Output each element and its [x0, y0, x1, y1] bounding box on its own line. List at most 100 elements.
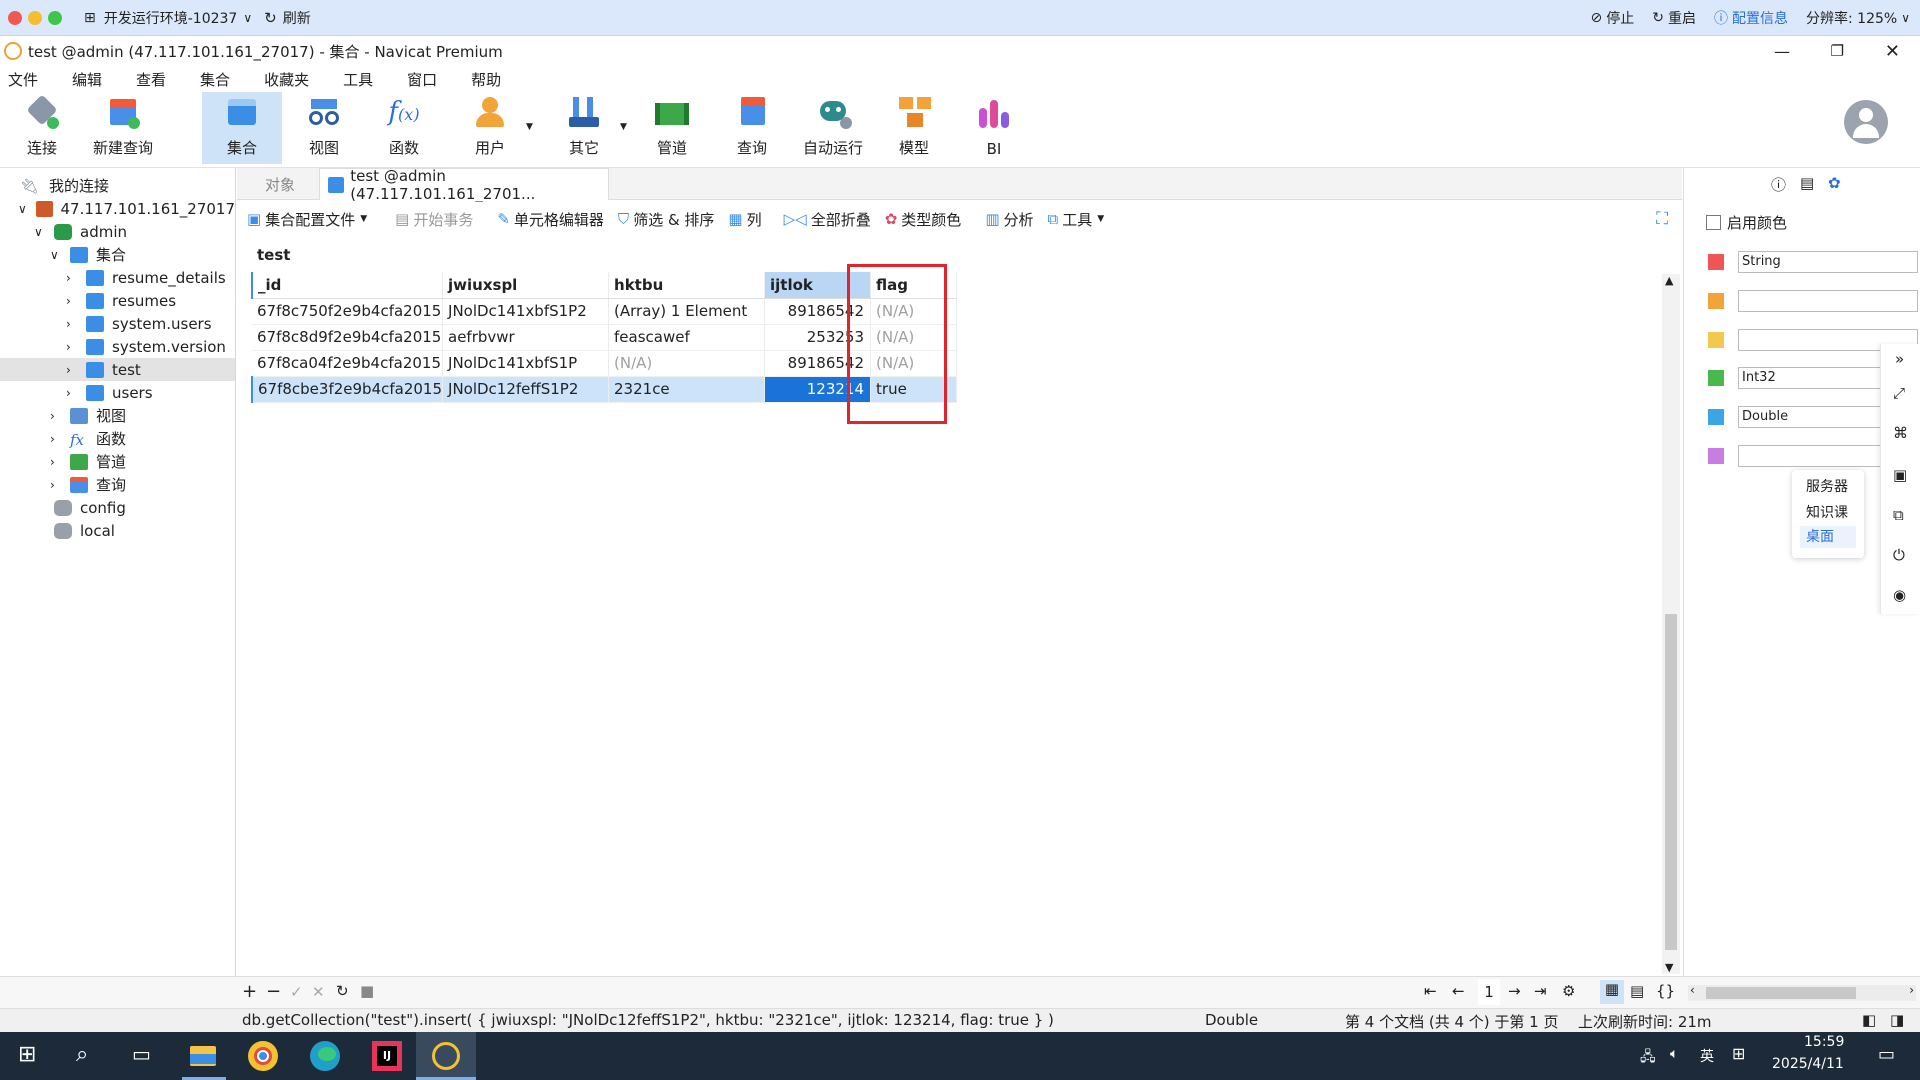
- env-selector[interactable]: 开发运行环境-10237: [104, 8, 238, 28]
- menu-window[interactable]: 窗口: [407, 69, 437, 90]
- config-file-button[interactable]: ▣ 集合配置文件 ▼: [247, 209, 367, 230]
- color-swatch[interactable]: [1708, 409, 1724, 425]
- refresh-button[interactable]: 刷新: [283, 8, 311, 28]
- page-number-field[interactable]: 1: [1478, 979, 1500, 1005]
- stop-button[interactable]: 停止: [1606, 8, 1634, 28]
- tab-active-collection[interactable]: test @admin (47.117.101.161_2701...: [319, 167, 609, 203]
- tree-collection-item[interactable]: › system.version: [0, 335, 235, 358]
- chrome-icon[interactable]: [248, 1041, 278, 1071]
- table-cell[interactable]: JNolDc141xbfS1P: [442, 350, 610, 377]
- restart-button[interactable]: 重启: [1668, 8, 1696, 28]
- refresh-icon[interactable]: ↻: [336, 982, 349, 1000]
- chevron-down-icon[interactable]: ∨: [50, 248, 70, 262]
- grid-icon[interactable]: ⌘: [1893, 424, 1908, 442]
- chevron-right-icon[interactable]: ›: [50, 478, 70, 492]
- bi-button[interactable]: BI: [972, 92, 1016, 164]
- discard-icon[interactable]: ✕: [312, 983, 325, 1001]
- stop-icon[interactable]: ■: [360, 982, 374, 1000]
- resolution-selector[interactable]: 分辨率: 125%: [1806, 8, 1897, 28]
- user-dropdown-icon[interactable]: ▼: [526, 122, 533, 132]
- scroll-up-icon[interactable]: ▲: [1665, 274, 1673, 287]
- fullscreen-icon[interactable]: ⤢: [1893, 384, 1905, 402]
- menu-help[interactable]: 帮助: [471, 69, 501, 90]
- delete-record-icon[interactable]: −: [266, 981, 281, 1002]
- query-button[interactable]: 查询: [730, 92, 774, 164]
- menu-favorites[interactable]: 收藏夹: [264, 69, 309, 90]
- info-icon[interactable]: ⓘ: [1714, 8, 1728, 28]
- ime-indicator[interactable]: 英: [1700, 1046, 1714, 1066]
- ddl-icon[interactable]: ▤: [1800, 174, 1814, 192]
- tree-db-local[interactable]: local: [0, 519, 235, 542]
- stop-icon[interactable]: ⊘: [1591, 10, 1603, 26]
- scroll-down-icon[interactable]: ▼: [1665, 961, 1673, 974]
- volume-icon[interactable]: 🔈︎: [1670, 1046, 1678, 1062]
- eye-icon[interactable]: ◉: [1893, 586, 1906, 604]
- first-page-icon[interactable]: ⇤: [1424, 982, 1437, 1000]
- maximize-dot-icon[interactable]: [48, 10, 62, 25]
- collapse-all-button[interactable]: ▷◁ 全部折叠: [784, 209, 871, 230]
- tree-collection-item[interactable]: › resume_details: [0, 266, 235, 289]
- color-swatch[interactable]: [1708, 448, 1724, 464]
- tree-functions-folder[interactable]: › fx 函数: [0, 427, 235, 450]
- chevron-right-icon[interactable]: ›: [66, 340, 86, 354]
- menu-tools[interactable]: 工具: [343, 69, 373, 90]
- settings-gear-icon[interactable]: ⚙: [1562, 982, 1575, 1000]
- cell-editor-button[interactable]: ✎ 单元格编辑器: [497, 209, 604, 230]
- minimize-window-icon[interactable]: —: [1774, 42, 1790, 61]
- tree-db-admin[interactable]: ∨ admin: [0, 220, 235, 243]
- tree-connection[interactable]: ∨ 47.117.101.161_27017: [0, 197, 235, 220]
- pipeline-button[interactable]: 管道: [648, 92, 696, 164]
- type-color-icon[interactable]: ✿: [1828, 174, 1841, 192]
- json-view-icon[interactable]: {}: [1656, 982, 1675, 1000]
- expand-icon[interactable]: »: [1895, 350, 1904, 368]
- table-cell[interactable]: 67f8c8d9f2e9b4cfa2015: [252, 324, 444, 351]
- scroll-right-icon[interactable]: ›: [1909, 983, 1914, 997]
- tree-collections-folder[interactable]: ∨ 集合: [0, 243, 235, 266]
- search-icon[interactable]: ⌕: [76, 1042, 88, 1067]
- chevron-right-icon[interactable]: ›: [66, 363, 86, 377]
- column-header[interactable]: _id: [251, 272, 444, 299]
- layout-toggle-icon[interactable]: ◧: [1862, 1011, 1876, 1029]
- close-window-icon[interactable]: ✕: [1885, 41, 1900, 62]
- network-icon[interactable]: 🖧︎: [1640, 1046, 1656, 1070]
- tab-objects[interactable]: 对象: [265, 174, 295, 195]
- file-explorer-icon[interactable]: [186, 1040, 220, 1070]
- begin-transaction-button[interactable]: ▤ 开始事务: [395, 209, 473, 230]
- clock-time[interactable]: 15:59: [1804, 1034, 1844, 1050]
- copy-icon[interactable]: ⧉: [1893, 506, 1904, 524]
- tree-collection-item[interactable]: › system.users: [0, 312, 235, 335]
- checkbox-icon[interactable]: [1706, 215, 1721, 230]
- table-cell[interactable]: aefrbvwr: [442, 324, 610, 351]
- other-dropdown-icon[interactable]: ▼: [620, 122, 627, 132]
- prev-page-icon[interactable]: ←: [1452, 982, 1465, 1000]
- chevron-right-icon[interactable]: ›: [50, 409, 70, 423]
- table-cell[interactable]: (N/A): [608, 350, 766, 377]
- clock-date[interactable]: 2025/4/11: [1772, 1056, 1844, 1072]
- restart-icon[interactable]: ↻: [1652, 10, 1664, 26]
- tools-button[interactable]: ⧉ 工具 ▼: [1048, 209, 1105, 230]
- filter-sort-button[interactable]: ⛉ 筛选 & 排序: [618, 209, 715, 230]
- vertical-scrollbar[interactable]: ▲ ▼: [1662, 274, 1680, 974]
- tree-db-config[interactable]: config: [0, 496, 235, 519]
- notification-icon[interactable]: ▭: [1878, 1044, 1895, 1065]
- new-query-button[interactable]: 新建查询: [88, 92, 158, 164]
- avatar[interactable]: [1844, 100, 1888, 144]
- chevron-right-icon[interactable]: ›: [50, 432, 70, 446]
- color-swatch[interactable]: [1708, 332, 1724, 348]
- tree-pipelines-folder[interactable]: › 管道: [0, 450, 235, 473]
- type-name-field[interactable]: [1738, 290, 1918, 312]
- scrollbar-thumb[interactable]: [1665, 614, 1677, 950]
- menu-file[interactable]: 文件: [8, 69, 38, 90]
- info-icon[interactable]: ⓘ: [1771, 174, 1786, 195]
- refresh-icon[interactable]: ↻: [264, 9, 277, 27]
- horizontal-scrollbar[interactable]: ‹ ›: [1688, 983, 1916, 1001]
- intellij-icon[interactable]: IJ: [372, 1041, 402, 1071]
- next-page-icon[interactable]: →: [1508, 982, 1521, 1000]
- columns-button[interactable]: ▦ 列: [728, 209, 761, 230]
- form-view-icon[interactable]: ▤: [1630, 982, 1644, 1000]
- config-info-button[interactable]: 配置信息: [1732, 8, 1788, 28]
- windows-start-icon[interactable]: ⊞: [18, 1042, 36, 1067]
- collection-button[interactable]: 集合: [202, 92, 282, 164]
- connect-button[interactable]: 连接: [18, 92, 66, 164]
- type-color-button[interactable]: ✿ 类型颜色: [885, 209, 962, 230]
